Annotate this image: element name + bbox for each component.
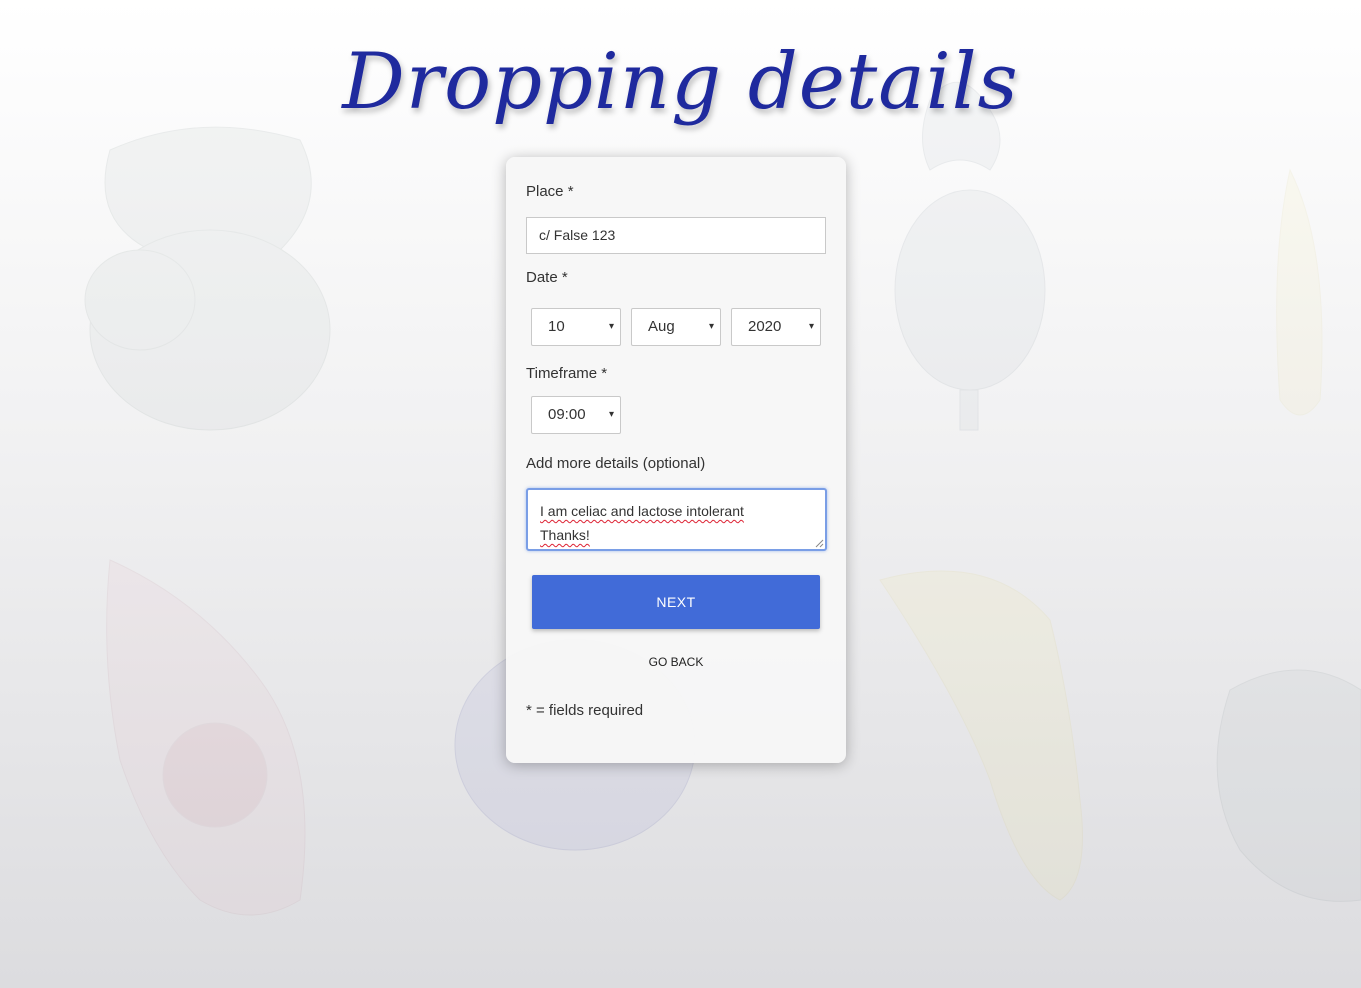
year-select[interactable]: 2020 ▾	[731, 308, 821, 346]
physalis-illustration	[106, 559, 306, 916]
timeframe-select-value: 09:00	[548, 406, 586, 423]
details-textarea[interactable]: I am celiac and lactose intolerant Thank…	[526, 488, 827, 551]
bean-illustration	[1276, 168, 1323, 416]
details-text-line-1: I am celiac and lactose intolerant	[540, 503, 744, 519]
chevron-down-icon: ▾	[608, 321, 614, 332]
chevron-down-icon: ▾	[608, 409, 614, 420]
resize-handle-icon[interactable]	[814, 538, 824, 548]
timeframe-select[interactable]: 09:00 ▾	[531, 396, 621, 434]
go-back-button[interactable]: GO BACK	[506, 655, 846, 669]
timeframe-label: Timeframe *	[526, 365, 608, 382]
strawberry-illustration	[1216, 669, 1361, 902]
chevron-down-icon: ▾	[808, 321, 814, 332]
place-label: Place *	[526, 183, 574, 200]
celery-illustration	[879, 570, 1083, 901]
required-fields-note: * = fields required	[526, 702, 644, 719]
day-select-value: 10	[548, 318, 565, 335]
pineapple-illustration	[894, 81, 1046, 431]
next-button[interactable]: NEXT	[532, 575, 820, 629]
page-title: Dropping details	[342, 37, 1019, 127]
details-text-line-2: Thanks!	[540, 527, 590, 543]
dropping-details-form: Place * c/ False 123 Date * 10 ▾ Aug ▾ 2…	[506, 157, 846, 763]
raspberry-illustration	[84, 126, 331, 431]
date-label: Date *	[526, 269, 568, 286]
place-input[interactable]: c/ False 123	[526, 217, 826, 254]
month-select[interactable]: Aug ▾	[631, 308, 721, 346]
year-select-value: 2020	[748, 318, 782, 335]
month-select-value: Aug	[648, 318, 675, 335]
day-select[interactable]: 10 ▾	[531, 308, 621, 346]
details-label: Add more details (optional)	[526, 455, 706, 472]
chevron-down-icon: ▾	[708, 321, 714, 332]
